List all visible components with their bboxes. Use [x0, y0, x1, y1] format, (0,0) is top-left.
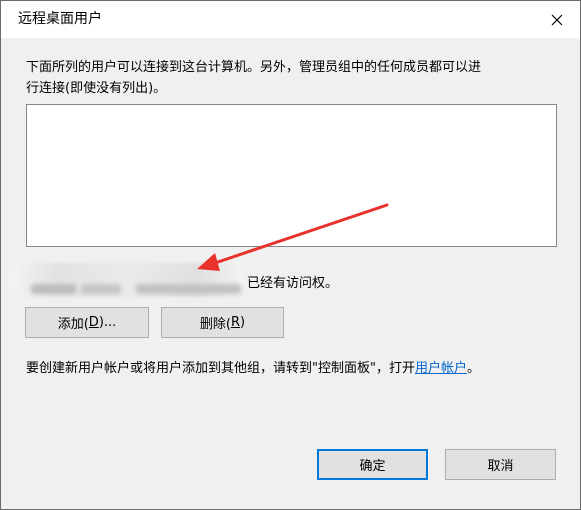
hint-text-before: 要创建新用户帐户或将用户添加到其他组，请转到"控制面板"，打开 — [26, 361, 415, 376]
remove-button-mnemonic: R — [230, 315, 241, 330]
remove-button-tail: ) — [240, 315, 246, 330]
remote-desktop-users-dialog: 远程桌面用户 下面所列的用户可以连接到这台计算机。另外，管理员组中的任何成员都可… — [0, 0, 581, 510]
intro-line-1: 下面所列的用户可以连接到这台计算机。另外，管理员组中的任何成员都可以进 — [26, 60, 482, 75]
redacted-block — [81, 284, 121, 294]
intro-line-2: 行连接(即使没有列出)。 — [26, 81, 167, 96]
access-status-text: 已经有访问权。 — [247, 276, 339, 291]
hint-text-after: 。 — [466, 361, 480, 376]
close-button[interactable] — [534, 1, 580, 38]
add-button-label: 添加( — [57, 317, 89, 332]
redacted-block — [31, 284, 76, 294]
title-bar: 远程桌面用户 — [1, 1, 580, 38]
users-listbox[interactable] — [26, 104, 557, 247]
ok-button[interactable]: 确定 — [317, 449, 428, 480]
hint-text: 要创建新用户帐户或将用户添加到其他组，请转到"控制面板"，打开用户帐户。 — [26, 358, 480, 379]
add-button-tail: )... — [98, 315, 117, 330]
remove-button[interactable]: 删除(R) — [161, 307, 284, 338]
remove-button-label: 删除( — [199, 317, 231, 332]
redacted-block — [136, 284, 241, 294]
close-icon — [551, 14, 563, 25]
cancel-button[interactable]: 取消 — [445, 449, 556, 480]
user-accounts-link[interactable]: 用户帐户 — [415, 361, 467, 376]
add-button[interactable]: 添加(D)... — [25, 307, 149, 338]
window-title: 远程桌面用户 — [18, 11, 102, 27]
add-button-mnemonic: D — [88, 315, 99, 330]
